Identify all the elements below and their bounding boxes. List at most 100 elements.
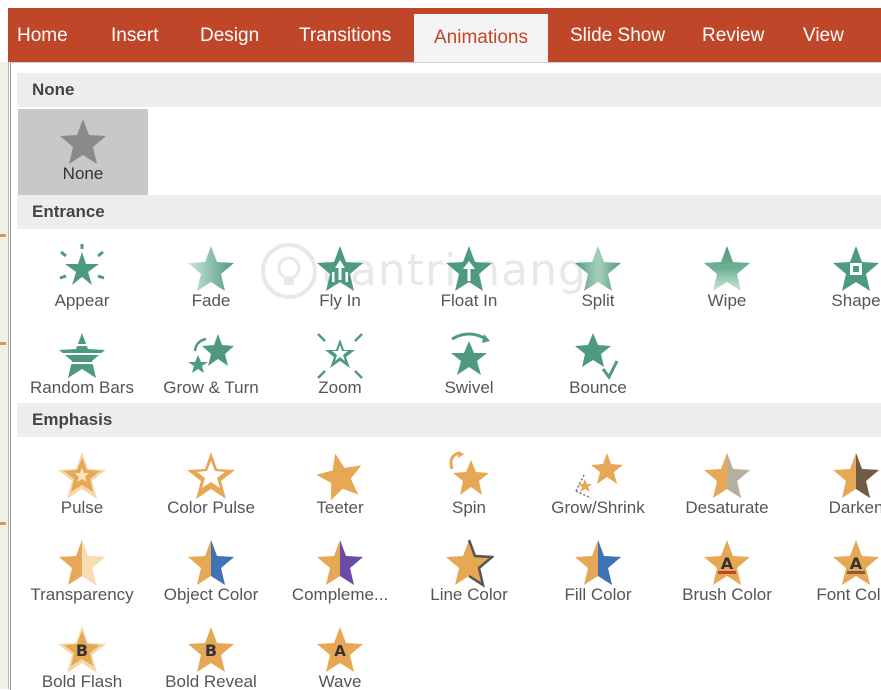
animation-label: Desaturate: [685, 498, 769, 517]
animation-label: Spin: [451, 498, 487, 517]
animation-spin[interactable]: Spin: [404, 443, 534, 523]
line-color-icon: [444, 538, 494, 588]
grow-shrink-icon: [573, 451, 623, 501]
ribbon: Home Insert Design Transitions Animation…: [0, 0, 881, 62]
animation-label: Split: [581, 291, 615, 310]
shape-icon: [831, 244, 881, 294]
tab-home[interactable]: Home: [17, 8, 68, 62]
animation-float-in[interactable]: Float In: [404, 236, 534, 316]
animation-fill-color[interactable]: Fill Color: [533, 530, 663, 610]
tab-insert[interactable]: Insert: [111, 8, 159, 62]
animation-gallery: None Entrance Emphasis uantrimang None A…: [10, 62, 881, 690]
zoom-icon: [315, 331, 365, 381]
fly-in-icon: [315, 244, 365, 294]
brush-color-icon: A: [702, 538, 752, 588]
animation-label: Fill Color: [564, 585, 632, 604]
bold-reveal-icon: B: [186, 625, 236, 675]
svg-text:B: B: [205, 641, 217, 660]
random-bars-icon: [57, 331, 107, 381]
animation-split[interactable]: Split: [533, 236, 663, 316]
section-title: Emphasis: [32, 410, 113, 429]
animation-bounce[interactable]: Bounce: [533, 323, 663, 403]
pulse-icon: [57, 451, 107, 501]
wipe-icon: [702, 244, 752, 294]
animation-line-color[interactable]: Line Color: [404, 530, 534, 610]
animation-bold-reveal[interactable]: B Bold Reveal: [146, 617, 276, 690]
darken-icon: [831, 451, 881, 501]
animation-label: Zoom: [318, 378, 362, 397]
svg-text:A: A: [334, 642, 346, 660]
animation-label: Darken: [828, 498, 881, 517]
animation-complementary-color[interactable]: Compleme...: [275, 530, 405, 610]
animation-teeter[interactable]: Teeter: [275, 443, 405, 523]
tab-transitions[interactable]: Transitions: [299, 8, 391, 62]
animation-shape[interactable]: Shape: [791, 236, 881, 316]
animation-label: Float In: [440, 291, 498, 310]
section-header-entrance: Entrance: [17, 195, 881, 229]
svg-text:B: B: [76, 641, 88, 660]
animation-label: Shape: [831, 291, 881, 310]
slide-edge-mark: [0, 522, 6, 525]
tab-review[interactable]: Review: [702, 8, 764, 62]
section-header-emphasis: Emphasis: [17, 403, 881, 437]
teeter-icon: [315, 451, 365, 501]
slide-edge: [0, 62, 9, 689]
svg-text:A: A: [850, 554, 863, 573]
fade-icon: [186, 244, 236, 294]
bold-flash-icon: B: [57, 625, 107, 675]
section-title: Entrance: [32, 202, 105, 221]
grow-turn-icon: [186, 331, 236, 381]
animation-color-pulse[interactable]: Color Pulse: [146, 443, 276, 523]
animation-swivel[interactable]: Swivel: [404, 323, 534, 403]
animation-bold-flash[interactable]: B Bold Flash: [17, 617, 147, 690]
animation-appear[interactable]: Appear: [17, 236, 147, 316]
float-in-icon: [444, 244, 494, 294]
tab-design[interactable]: Design: [200, 8, 259, 62]
wave-icon: A: [315, 625, 365, 675]
color-pulse-icon: [186, 451, 236, 501]
animation-pulse[interactable]: Pulse: [17, 443, 147, 523]
animation-none[interactable]: None: [18, 109, 148, 195]
animation-label: Bounce: [569, 378, 627, 397]
animation-transparency[interactable]: Transparency: [17, 530, 147, 610]
animation-label: Object Color: [163, 585, 259, 604]
transparency-icon: [57, 538, 107, 588]
slide-edge-mark: [0, 234, 6, 237]
animation-font-color[interactable]: A Font Color: [791, 530, 881, 610]
animation-grow-turn[interactable]: Grow & Turn: [146, 323, 276, 403]
animation-label: Grow & Turn: [163, 378, 259, 397]
swivel-icon: [444, 331, 494, 381]
animation-label: Fly In: [319, 291, 361, 310]
animation-label: Font Color: [816, 585, 881, 604]
animation-wipe[interactable]: Wipe: [662, 236, 792, 316]
animation-desaturate[interactable]: Desaturate: [662, 443, 792, 523]
animation-label: Wipe: [707, 291, 747, 310]
animation-label: Wave: [318, 672, 362, 690]
animation-grow-shrink[interactable]: Grow/Shrink: [533, 443, 663, 523]
animation-label: Pulse: [60, 498, 104, 517]
animation-fly-in[interactable]: Fly In: [275, 236, 405, 316]
slide-edge-mark: [0, 342, 6, 345]
animation-label: Teeter: [316, 498, 364, 517]
animation-fade[interactable]: Fade: [146, 236, 276, 316]
animation-object-color[interactable]: Object Color: [146, 530, 276, 610]
animation-label: Bold Reveal: [165, 672, 257, 690]
animation-label: Grow/Shrink: [551, 498, 645, 517]
tab-view[interactable]: View: [803, 8, 844, 62]
animation-label: None: [62, 164, 104, 183]
appear-icon: [57, 244, 107, 294]
animation-label: Brush Color: [682, 585, 772, 604]
animation-label: Transparency: [30, 585, 134, 604]
animation-darken[interactable]: Darken: [791, 443, 881, 523]
spin-icon: [444, 451, 494, 501]
tab-animations[interactable]: Animations: [414, 14, 548, 62]
animation-label: Swivel: [444, 378, 494, 397]
tab-slide-show[interactable]: Slide Show: [570, 8, 665, 62]
animation-zoom[interactable]: Zoom: [275, 323, 405, 403]
font-color-icon: A: [831, 538, 881, 588]
animation-wave[interactable]: A Wave: [275, 617, 405, 690]
bounce-icon: [573, 331, 623, 381]
animation-brush-color[interactable]: A Brush Color: [662, 530, 792, 610]
animation-random-bars[interactable]: Random Bars: [17, 323, 147, 403]
animation-label: Bold Flash: [41, 672, 123, 690]
